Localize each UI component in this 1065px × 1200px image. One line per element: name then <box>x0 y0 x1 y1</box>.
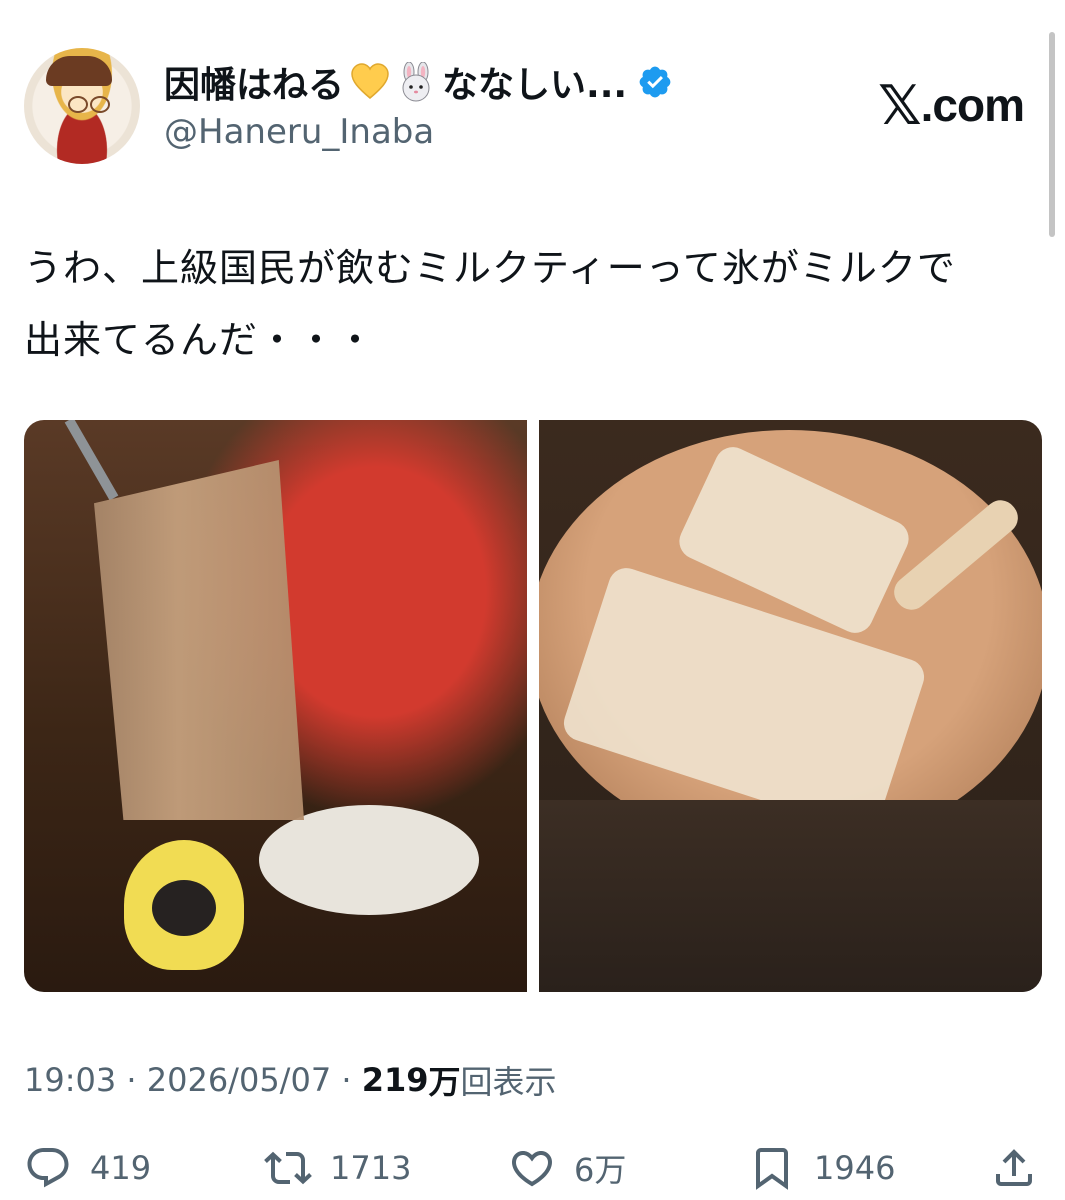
tweet-header: 因幡はねる ななしい... @Haneru_Inaba 𝕏.com <box>24 48 1025 168</box>
avatar[interactable] <box>24 48 140 164</box>
views-count: 219 <box>361 1061 429 1099</box>
retweet-button[interactable]: 1713 <box>264 1140 411 1196</box>
share-icon <box>996 1149 1032 1186</box>
meta-separator: · <box>116 1061 147 1099</box>
rabbit-face-icon <box>402 62 430 102</box>
verified-badge-icon <box>639 66 671 98</box>
meta-separator: · <box>331 1061 362 1099</box>
avatar-glasses <box>68 96 110 113</box>
scrollbar[interactable] <box>1049 32 1055 237</box>
reply-button[interactable]: 419 <box>24 1140 151 1196</box>
straw <box>64 420 119 501</box>
retweet-count: 1713 <box>330 1149 412 1187</box>
action-bar: 419 1713 6万 1946 <box>24 1140 1042 1196</box>
x-logo-icon: 𝕏 <box>878 76 922 136</box>
tweet-meta: 19:03 · 2026/05/07 · 219 万 回表示 <box>24 1056 557 1104</box>
views-unit: 万 <box>428 1063 461 1101</box>
display-name[interactable]: 因幡はねる <box>164 56 344 108</box>
heart-icon <box>511 1151 553 1187</box>
post-date[interactable]: 2026/05/07 <box>147 1061 331 1099</box>
tweet-media <box>24 420 1042 992</box>
views-label: 回表示 <box>460 1063 557 1101</box>
glass-side <box>539 800 1042 992</box>
coaster <box>259 805 479 915</box>
display-name-row[interactable]: 因幡はねる ななしい... <box>164 58 673 106</box>
toy-figure <box>124 840 244 970</box>
tweet-text-line-2: 出来てるんだ・・・ <box>24 318 376 362</box>
yellow-heart-icon <box>351 63 389 99</box>
display-name-suffix[interactable]: ななしい... <box>442 56 627 108</box>
tweet-text-line-1: うわ、上級国民が飲むミルクティーって氷がミルクで <box>24 246 956 290</box>
photo-milk-tea-glass[interactable] <box>24 420 527 992</box>
milk-tea-glass <box>94 460 304 820</box>
reply-count: 419 <box>90 1149 152 1187</box>
post-time[interactable]: 19:03 <box>24 1061 116 1099</box>
x-com-logo: 𝕏.com <box>878 74 1025 137</box>
reply-icon <box>27 1148 69 1188</box>
retweet-icon <box>264 1151 312 1185</box>
bookmark-count: 1946 <box>814 1149 896 1187</box>
bookmark-button[interactable]: 1946 <box>748 1140 895 1196</box>
tweet-text: うわ、上級国民が飲むミルクティーって氷がミルクで 出来てるんだ・・・ <box>24 232 1044 376</box>
like-count: 6万 <box>574 1151 627 1189</box>
avatar-hat <box>46 56 112 86</box>
photo-milk-ice-closeup[interactable] <box>539 420 1042 992</box>
bookmark-icon <box>756 1148 788 1190</box>
like-button[interactable]: 6万 <box>508 1140 626 1196</box>
brand-domain: .com <box>920 79 1025 131</box>
share-button[interactable] <box>990 1140 1038 1196</box>
user-handle[interactable]: @Haneru_Inaba <box>164 112 434 152</box>
